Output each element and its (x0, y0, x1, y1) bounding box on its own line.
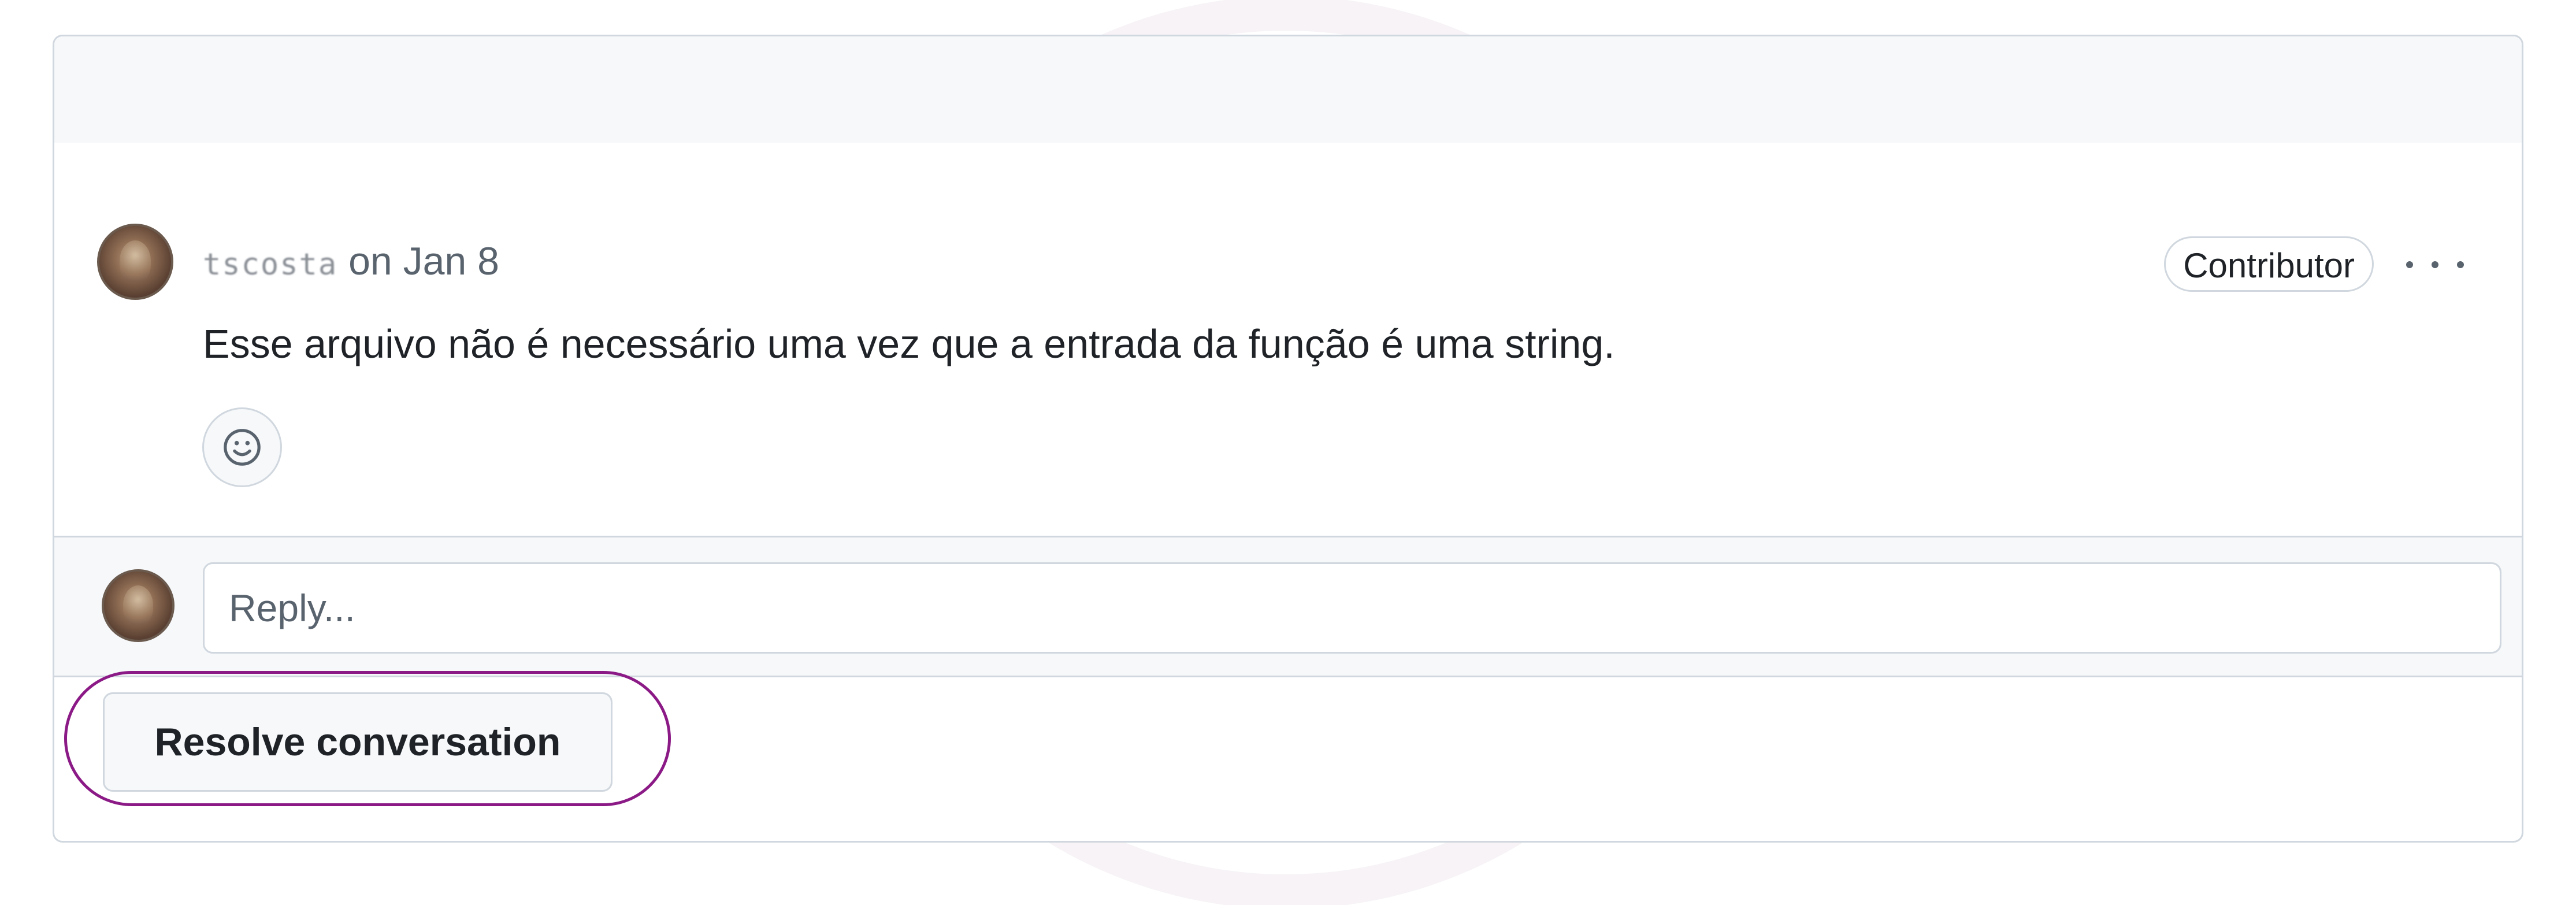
smiley-icon (224, 429, 261, 466)
resolve-conversation-button[interactable]: Resolve conversation (103, 692, 613, 792)
add-reaction-button[interactable] (202, 407, 282, 487)
reply-row (54, 536, 2522, 677)
author-avatar[interactable] (97, 224, 173, 300)
review-comment: tscosta on Jan 8 Contributor Esse arquiv… (54, 143, 2522, 536)
author-name[interactable]: tscosta (203, 239, 337, 291)
current-user-avatar (102, 569, 175, 642)
kebab-horizontal-icon[interactable] (2406, 244, 2464, 285)
reply-input[interactable] (203, 562, 2501, 654)
contributor-badge: Contributor (2164, 236, 2374, 292)
comment-date[interactable]: on Jan 8 (348, 239, 499, 283)
comment-body: Esse arquivo não é necessário uma vez qu… (203, 321, 1615, 366)
thread-header (54, 36, 2522, 143)
comment-meta: tscosta on Jan 8 (203, 235, 499, 287)
